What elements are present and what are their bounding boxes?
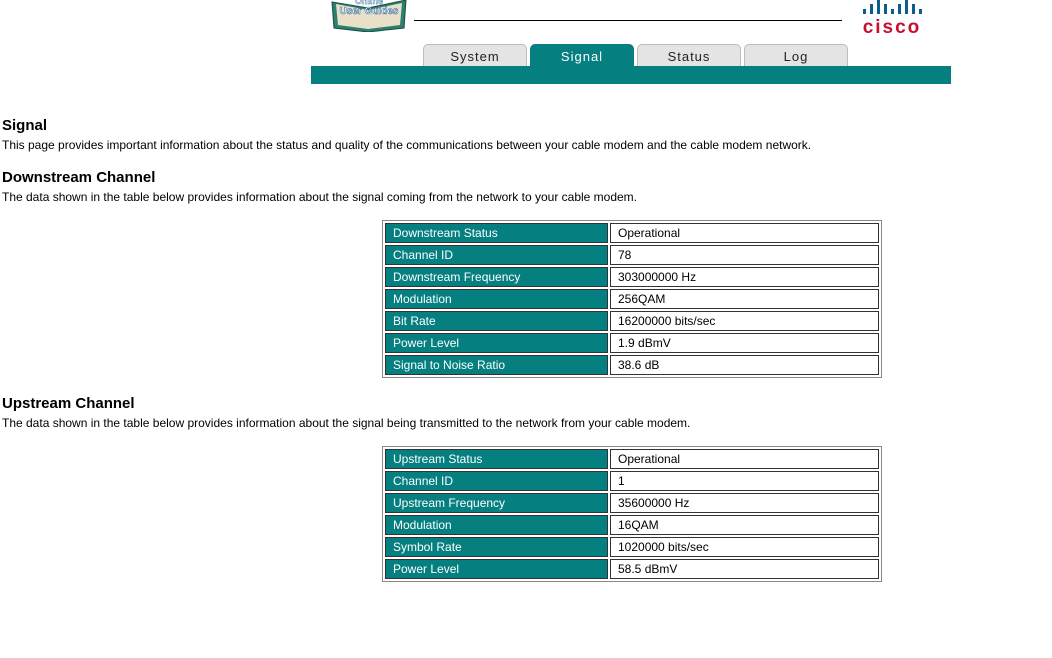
table-row: Modulation 16QAM [385, 515, 879, 535]
downstream-description: The data shown in the table below provid… [2, 190, 638, 204]
row-label: Modulation [385, 289, 608, 309]
row-value: 35600000 Hz [610, 493, 879, 513]
row-label: Upstream Frequency [385, 493, 608, 513]
upstream-title: Upstream Channel [2, 395, 135, 412]
row-value: 303000000 Hz [610, 267, 879, 287]
table-row: Signal to Noise Ratio 38.6 dB [385, 355, 879, 375]
upstream-description: The data shown in the table below provid… [2, 416, 691, 430]
upstream-table: Upstream Status Operational Channel ID 1 Ups… [382, 446, 882, 582]
tab-signal[interactable]: Signal [530, 44, 634, 67]
row-value: Operational [610, 449, 879, 469]
row-label: Signal to Noise Ratio [385, 355, 608, 375]
row-value: 38.6 dB [610, 355, 879, 375]
row-label: Downstream Status [385, 223, 608, 243]
row-value: Operational [610, 223, 879, 243]
table-row: Symbol Rate 1020000 bits/sec [385, 537, 879, 557]
row-label: Bit Rate [385, 311, 608, 331]
row-value: 16200000 bits/sec [610, 311, 879, 331]
row-label: Power Level [385, 333, 608, 353]
table-row: Power Level 58.5 dBmV [385, 559, 879, 579]
cisco-wordmark: cisco [862, 17, 922, 38]
cisco-logo: cisco [852, 0, 932, 40]
row-label: Symbol Rate [385, 537, 608, 557]
table-row: Downstream Status Operational [385, 223, 879, 243]
row-value: 1.9 dBmV [610, 333, 879, 353]
table-row: Downstream Frequency 303000000 Hz [385, 267, 879, 287]
table-row: Upstream Status Operational [385, 449, 879, 469]
row-label: Channel ID [385, 471, 608, 491]
header-divider [414, 20, 842, 21]
tab-log[interactable]: Log [744, 44, 848, 67]
tab-bar [311, 66, 951, 84]
table-row: Channel ID 1 [385, 471, 879, 491]
tab-system[interactable]: System [423, 44, 527, 67]
svg-text:User Guides: User Guides [340, 6, 399, 17]
row-label: Modulation [385, 515, 608, 535]
online-user-guides-logo[interactable]: Online User Guides [330, 0, 408, 32]
page-description: This page provides important information… [2, 138, 812, 152]
tab-status[interactable]: Status [637, 44, 741, 67]
row-value: 1020000 bits/sec [610, 537, 879, 557]
row-label: Upstream Status [385, 449, 608, 469]
row-label: Power Level [385, 559, 608, 579]
main-tabs: System Signal Status Log [423, 44, 848, 67]
row-value: 1 [610, 471, 879, 491]
row-value: 78 [610, 245, 879, 265]
downstream-title: Downstream Channel [2, 169, 156, 186]
table-row: Bit Rate 16200000 bits/sec [385, 311, 879, 331]
row-value: 16QAM [610, 515, 879, 535]
table-row: Upstream Frequency 35600000 Hz [385, 493, 879, 513]
row-value: 256QAM [610, 289, 879, 309]
row-label: Channel ID [385, 245, 608, 265]
table-row: Modulation 256QAM [385, 289, 879, 309]
row-label: Downstream Frequency [385, 267, 608, 287]
table-row: Channel ID 78 [385, 245, 879, 265]
table-row: Power Level 1.9 dBmV [385, 333, 879, 353]
downstream-table: Downstream Status Operational Channel ID 78… [382, 220, 882, 378]
row-value: 58.5 dBmV [610, 559, 879, 579]
page-title: Signal [2, 117, 48, 134]
